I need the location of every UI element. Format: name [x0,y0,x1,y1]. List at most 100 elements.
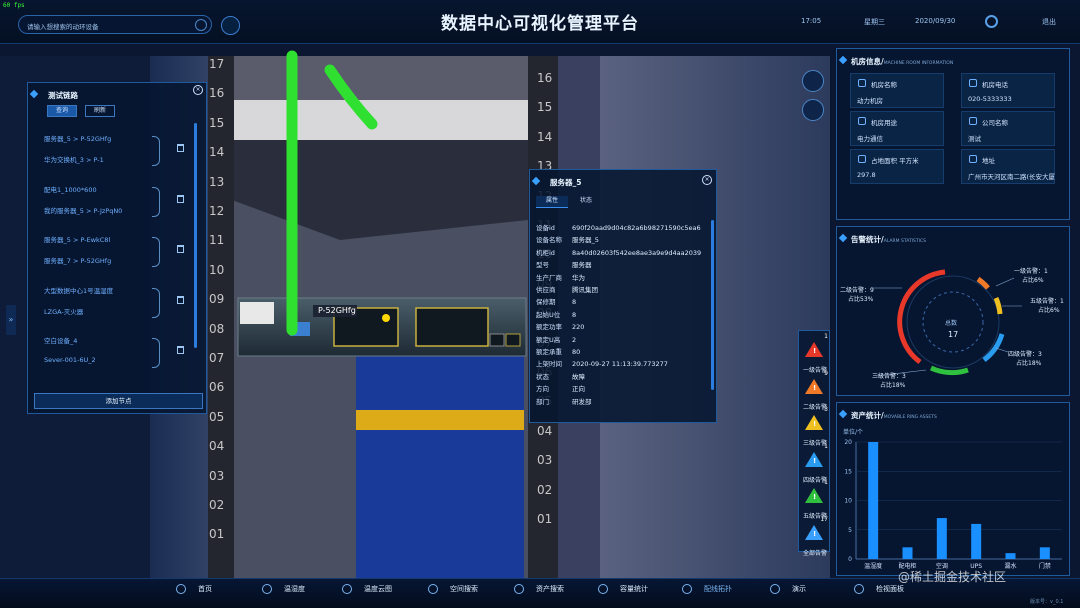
add-node-button[interactable]: 添加节点 [34,393,203,409]
test-link-target[interactable]: 服务器_7 > P-52GHfg [44,255,111,265]
alarm-level-item[interactable]: 17! 全部告警 [800,516,830,558]
port-label: P-52GHfg [318,306,356,315]
test-link-target[interactable]: 我的服务器_5 > P-JzPqN0 [44,205,122,215]
alarm-ring-label: 四级告警：3 [1008,351,1042,358]
exit-button[interactable]: 退出 [1042,17,1056,27]
field-icon [969,79,977,87]
rack-unit-right: 16 [537,71,553,85]
watermark: @稀土掘金技术社区 [898,570,1007,584]
room-info-cell: 机房电话 020-5333333 [961,73,1055,108]
nav-label: 温度云图 [364,585,392,593]
version-label: 版本号：v_0.1 [1030,599,1064,605]
test-link-source[interactable]: 服务器_5 > P-52GHfg [44,133,111,143]
test-link-target[interactable]: 华为交换机_3 > P-1 [44,154,104,164]
rack-unit-left: 03 [209,468,225,483]
rack-unit-left: 10 [209,262,225,277]
device-search-input[interactable]: 请输入想搜索的动环设备 [18,15,212,34]
property-key: 起始U位 [536,310,561,319]
tab-status[interactable]: 状态 [570,196,602,208]
exclamation-mark: ! [813,347,817,355]
test-link-source[interactable]: 大型数据中心1号温湿度 [44,285,113,295]
rack-unit-left: 14 [209,145,225,160]
field-value: 020-5333333 [968,95,1012,103]
settings-icon[interactable] [985,15,998,28]
property-value: 2 [572,335,577,344]
nav-item[interactable]: 首页 [176,578,212,601]
rack-unit-left: 17 [209,57,225,71]
test-link-target[interactable]: Sever-001-6U_2 [44,356,96,364]
query-tab[interactable]: 查询 [47,105,77,117]
link-bracket-icon [152,287,160,318]
rack-unit-left: 09 [209,292,225,307]
alarm-ring-percent: 占比18% [880,382,906,389]
view-toggle-icon[interactable] [802,70,824,92]
warning-icon: ! [805,342,823,357]
y-tick-label: 5 [848,527,852,534]
room-info-cell: 公司名称 测试 [961,111,1055,146]
expand-left-icon[interactable]: » [6,305,16,335]
warning-icon: ! [805,378,823,394]
test-link-source[interactable]: 配电1_1000*600 [44,184,97,194]
field-icon [969,155,977,163]
property-key: 保修期 [536,298,556,307]
nav-item[interactable]: 容量统计 [598,578,648,601]
bar [1039,547,1050,559]
field-value: 297.8 [857,171,876,179]
test-link-target[interactable]: LZGA-灭火器 [44,306,83,316]
panel-diamond-icon [531,176,541,186]
x-tick-label: 门禁 [1039,562,1051,570]
field-icon [858,117,866,125]
property-row: 起始U位 8 [536,309,576,319]
nav-item[interactable]: 演示 [770,578,806,601]
panel-scrollbar[interactable] [194,123,197,348]
nav-icon [514,584,524,594]
room-info-cell: 机房名称 动力机房 [850,73,944,108]
clock-weekday: 星期三 [864,18,885,26]
nav-item[interactable]: 检视面板 [854,578,904,601]
nav-item[interactable]: 温湿度 [262,578,305,601]
alarm-count: 1 [824,479,828,486]
exclamation-mark: ! [813,493,817,501]
property-key: 方向 [536,385,549,394]
rack-unit-left: 02 [209,498,225,512]
property-row: 方向 正向 [536,383,585,393]
tab-properties[interactable]: 属性 [536,196,568,208]
panel-scrollbar[interactable] [711,220,714,390]
property-value: 690f20aad9d04c82a6b98271590c5ea6 [572,224,701,232]
delete-icon[interactable] [177,245,184,253]
top-header: 60 fps 请输入想搜索的动环设备 数据中心可视化管理平台 17:05 星期三… [0,0,1080,44]
property-key: 型号 [536,261,549,270]
test-link-source[interactable]: 空白设备_4 [44,335,77,345]
search-icon[interactable] [221,16,240,35]
alarm-ring-label: 三级告警：3 [872,373,906,380]
nav-icon [682,584,692,594]
nav-item[interactable]: 空间搜索 [428,578,478,601]
delete-icon[interactable] [177,144,184,152]
delete-icon[interactable] [177,346,184,354]
exclamation-mark: ! [813,383,817,392]
rotate-icon[interactable] [802,99,824,121]
nav-item[interactable]: 资产搜索 [514,578,564,601]
property-row: 供应商 腾讯集团 [536,284,598,294]
nav-item[interactable]: 配线拓扑 [682,578,732,601]
property-key: 生产厂商 [536,273,562,282]
test-link-source[interactable]: 服务器_5 > P-EwkC8l [44,234,110,244]
clear-icon[interactable] [195,19,207,31]
refresh-tab[interactable]: 刷新 [85,105,115,117]
close-icon[interactable]: × [193,85,203,95]
nav-item[interactable]: 温度云图 [342,578,392,601]
delete-icon[interactable] [177,194,184,203]
rack-unit-left: 07 [209,351,225,365]
bar [971,523,982,559]
alarm-total-value: 17 [948,330,959,339]
field-value: 广州市天河区南二路(长安大厦 [968,173,1056,181]
property-row: 设备名称 服务器_5 [536,234,599,244]
close-icon[interactable]: × [702,175,712,185]
rack-unit-left: 04 [209,439,225,454]
property-key: 状态 [536,372,549,381]
property-row: 额定U高 2 [536,334,576,344]
property-value: 8a40d02603f542ee8ae3a9e9d4aa2039 [572,248,702,257]
rack-unit-left: 15 [209,115,225,130]
property-row: 型号 服务器 [536,259,592,269]
delete-icon[interactable] [177,295,184,304]
